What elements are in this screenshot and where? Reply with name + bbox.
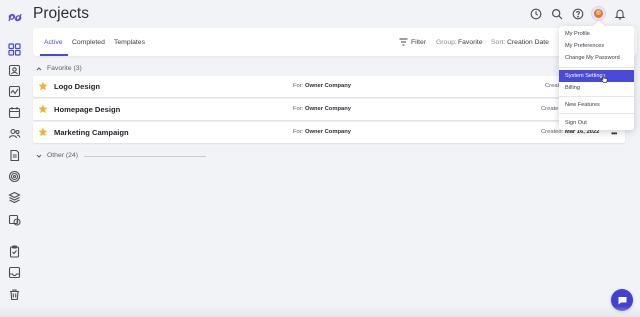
- sort-select[interactable]: Creation Date: [507, 39, 549, 46]
- star-icon[interactable]: [38, 104, 48, 114]
- filter-button[interactable]: Filter: [411, 39, 426, 46]
- group-other-header[interactable]: Other (24): [36, 152, 78, 159]
- sort-label: Sort:: [491, 39, 506, 46]
- clipboard-icon[interactable]: [8, 245, 21, 258]
- menu-item-sign-out[interactable]: Sign Out: [559, 117, 634, 129]
- app-logo[interactable]: [7, 9, 23, 25]
- menu-item-change-password[interactable]: Change My Password: [559, 52, 634, 64]
- inbox-icon[interactable]: [8, 266, 21, 279]
- tab-templates[interactable]: Templates: [114, 39, 145, 46]
- help-icon[interactable]: [572, 8, 584, 20]
- search-icon[interactable]: [551, 8, 563, 20]
- menu-item-my-preferences[interactable]: My Preferences: [559, 40, 634, 52]
- project-client: For: Owner Company: [293, 83, 351, 89]
- contact-card-icon[interactable]: [8, 64, 21, 77]
- group-select[interactable]: Favorite: [458, 39, 483, 46]
- tab-active[interactable]: Active: [44, 39, 63, 46]
- menu-item-my-profile[interactable]: My Profile: [559, 28, 634, 40]
- sidebar: [0, 0, 30, 317]
- chevron-down-icon: [36, 154, 42, 158]
- clock-calendar-icon[interactable]: [8, 213, 21, 226]
- project-name[interactable]: Homepage Design: [54, 105, 120, 114]
- star-icon[interactable]: [38, 81, 48, 91]
- avatar-image: [594, 9, 603, 18]
- menu-item-system-settings[interactable]: System Settings: [559, 70, 634, 82]
- hand-cursor-icon: [601, 74, 608, 83]
- project-row[interactable]: Logo Design For: Owner Company Creat: [33, 76, 625, 97]
- menu-item-billing[interactable]: Billing: [559, 82, 634, 94]
- filter-icon[interactable]: [399, 38, 408, 46]
- user-avatar[interactable]: [591, 6, 606, 21]
- group-other-label: Other (24): [47, 152, 78, 159]
- history-icon[interactable]: [530, 8, 542, 20]
- star-icon[interactable]: [38, 127, 48, 137]
- project-created: Creat: [545, 83, 560, 89]
- tabs-toolbar: Active Completed Templates Filter Group:…: [33, 28, 637, 56]
- menu-divider: [559, 67, 634, 68]
- active-tab-indicator: [40, 54, 68, 56]
- tab-completed[interactable]: Completed: [72, 39, 105, 46]
- project-name[interactable]: Logo Design: [54, 82, 100, 91]
- more-options-icon[interactable]: •••: [611, 129, 617, 138]
- calendar-icon[interactable]: [8, 106, 21, 119]
- target-icon[interactable]: [8, 170, 21, 183]
- chevron-up-icon: [36, 66, 42, 70]
- menu-item-new-features[interactable]: New Features: [559, 99, 634, 111]
- project-name[interactable]: Marketing Campaign: [54, 128, 129, 137]
- page-title: Projects: [33, 5, 89, 22]
- bottom-shadow: [0, 306, 640, 317]
- project-row[interactable]: Homepage Design For: Owner Company Creat…: [33, 99, 625, 120]
- group-favorite-header[interactable]: Favorite (3): [36, 65, 82, 72]
- activity-chart-icon[interactable]: [8, 85, 21, 98]
- divider: [84, 156, 206, 157]
- project-client: For: Owner Company: [293, 129, 351, 135]
- chat-bubble-icon: [618, 296, 626, 304]
- users-icon[interactable]: [8, 127, 21, 140]
- user-menu: My Profile My Preferences Change My Pass…: [559, 20, 634, 130]
- document-icon[interactable]: [8, 149, 21, 162]
- menu-divider: [559, 96, 634, 97]
- project-client: For: Owner Company: [293, 106, 351, 112]
- grid-icon[interactable]: [8, 43, 21, 56]
- bell-icon[interactable]: [614, 8, 626, 20]
- project-created: Create: [541, 106, 559, 112]
- project-row[interactable]: Marketing Campaign For: Owner Company Cr…: [33, 122, 625, 143]
- trash-icon[interactable]: [8, 288, 21, 301]
- group-favorite-label: Favorite (3): [47, 65, 82, 72]
- group-label: Group:: [436, 39, 457, 46]
- menu-divider: [559, 113, 634, 114]
- layers-icon[interactable]: [8, 191, 21, 204]
